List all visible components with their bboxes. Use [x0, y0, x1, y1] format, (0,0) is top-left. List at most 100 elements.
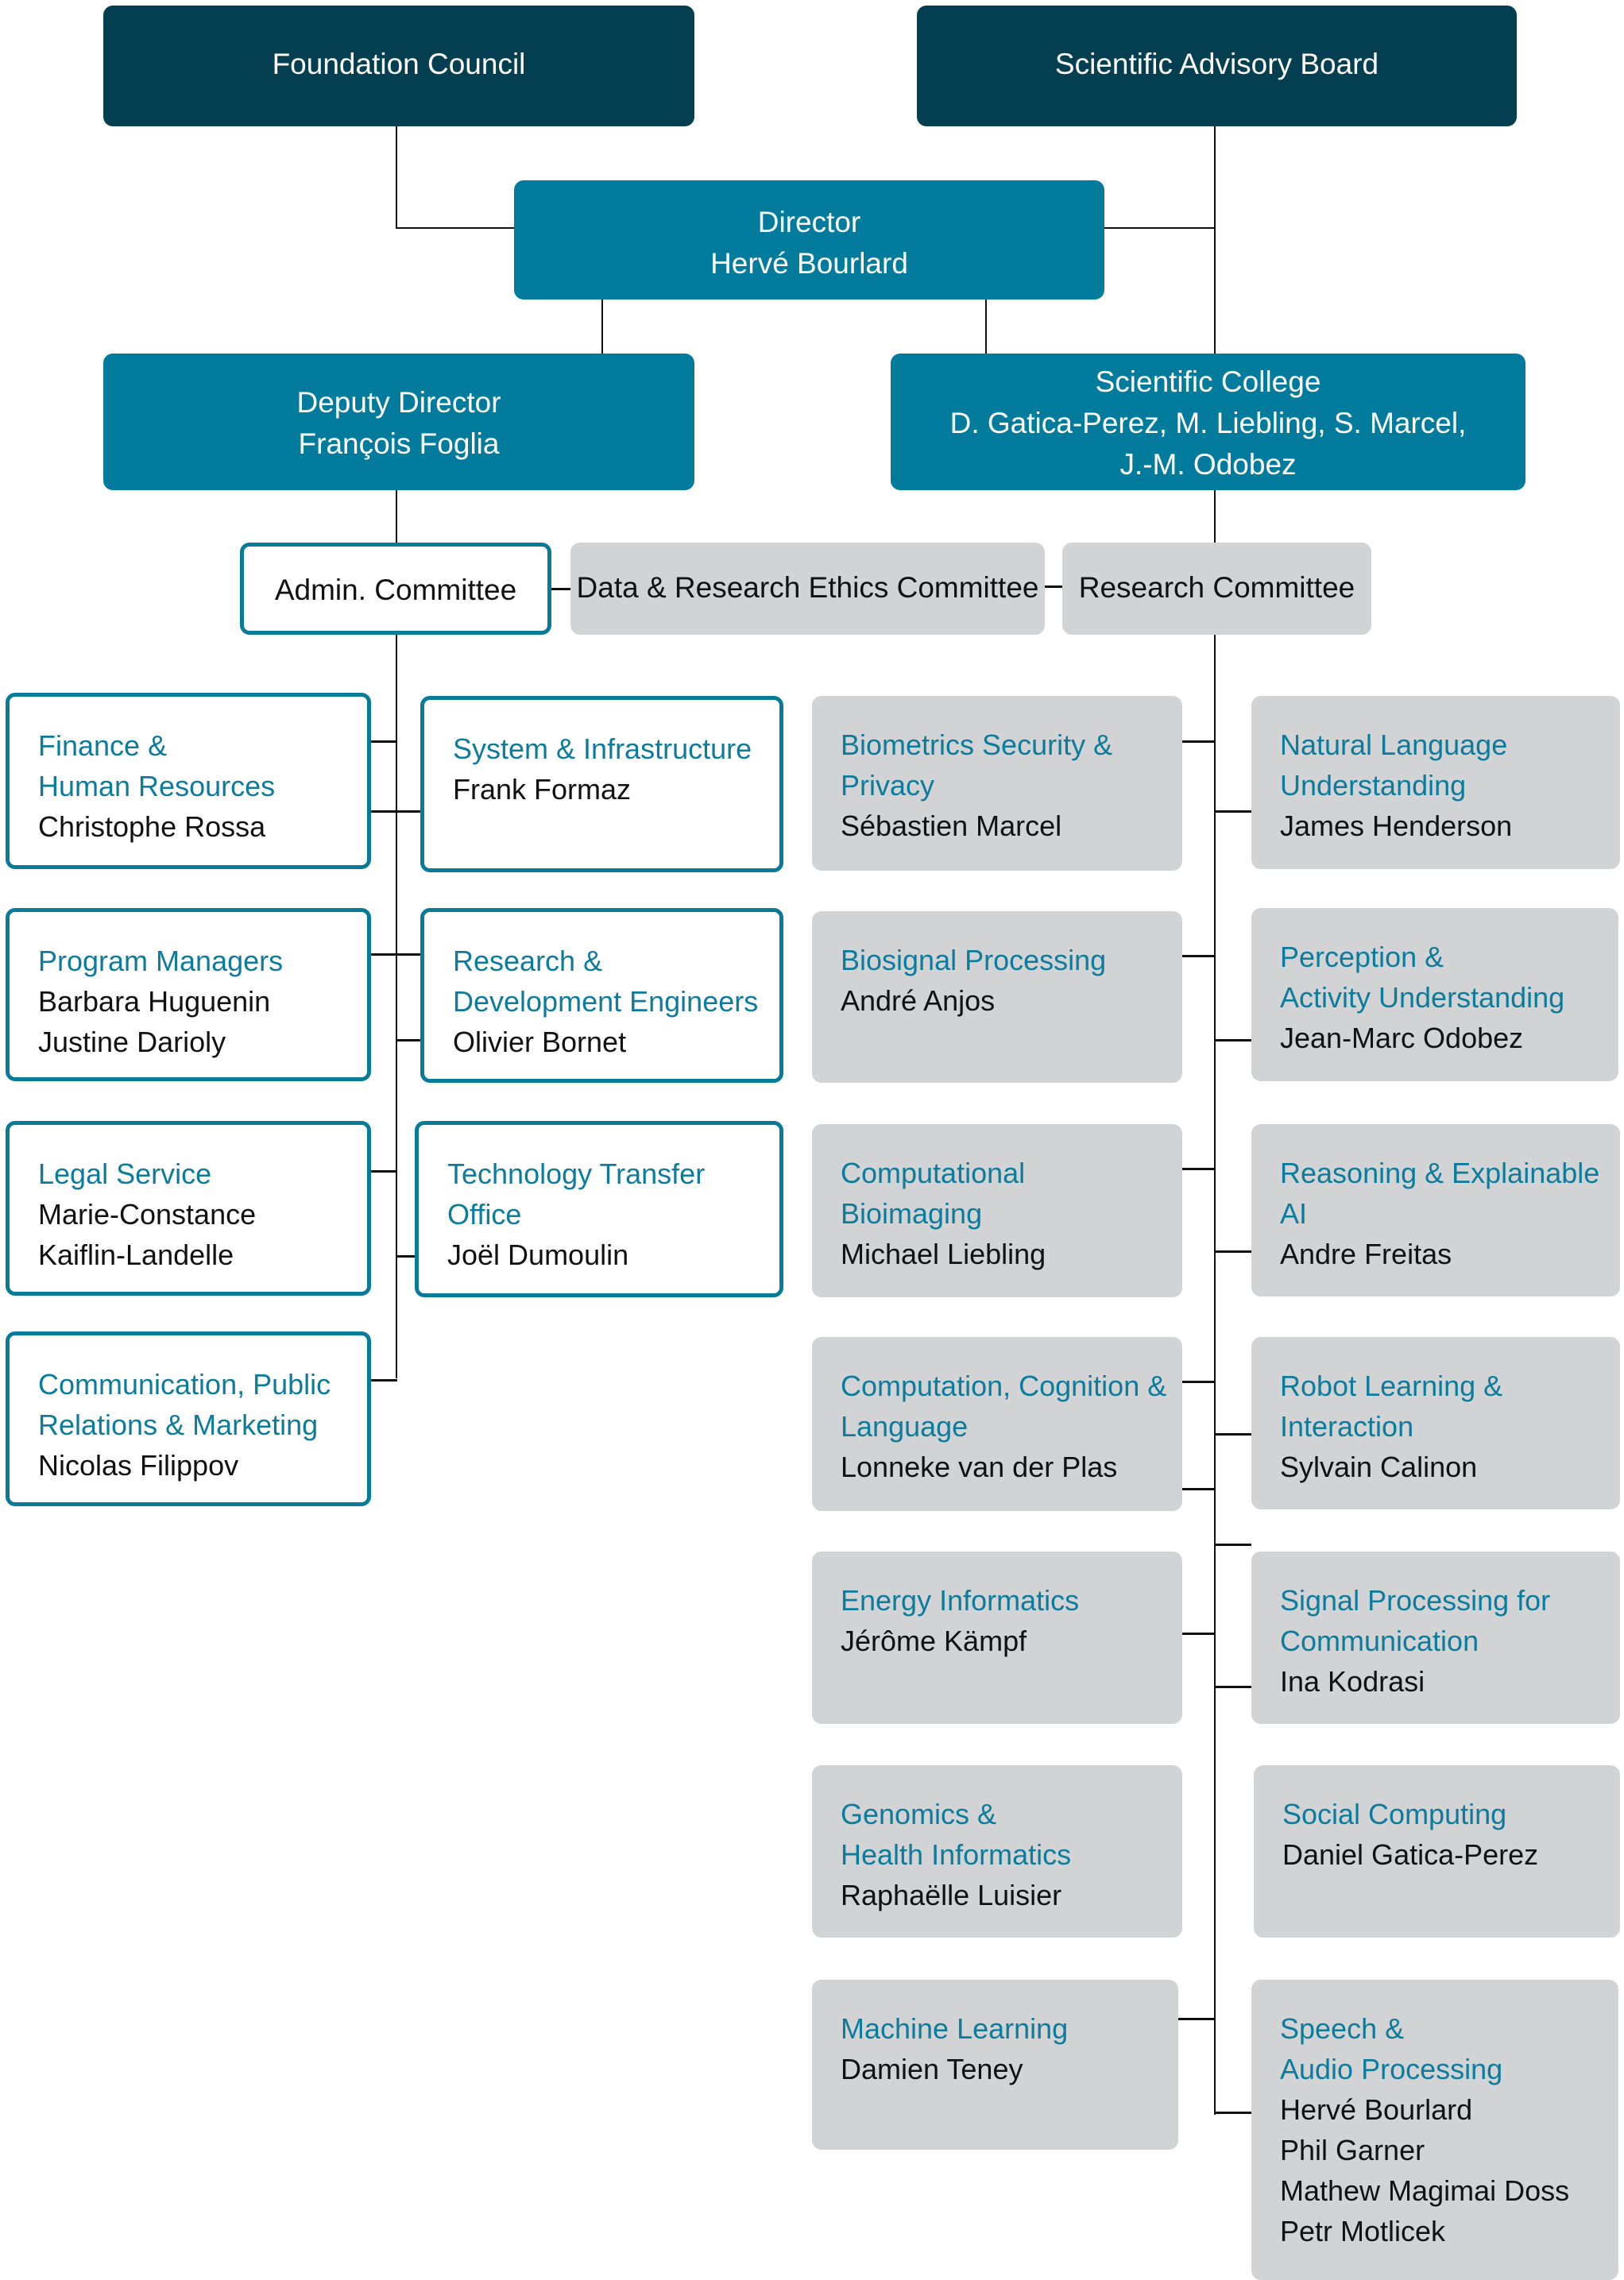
research-group-person: James Henderson — [1280, 810, 1513, 842]
research-group-connector — [1214, 2112, 1251, 2114]
research-group-title: Signal Processing for — [1280, 1584, 1551, 1617]
connector-ethics-research — [1045, 585, 1062, 588]
research-group-title: Natural Language — [1280, 728, 1508, 761]
research-group-person: André Anjos — [841, 984, 996, 1017]
research-group-title: Speech & — [1280, 2012, 1405, 2045]
research-group-person: Damien Teney — [841, 2053, 1023, 2085]
research-group-title: Privacy — [841, 769, 935, 802]
research-group-person: Michael Liebling — [841, 1238, 1046, 1270]
admin-unit-connector — [371, 1170, 397, 1173]
research-group-title: Biosignal Processing — [841, 944, 1107, 976]
admin-unit-connector — [396, 810, 420, 813]
research-group-connector — [1214, 810, 1251, 813]
research-group-box[interactable]: Speech & Audio Processing Hervé Bourlard Ph… — [1251, 1980, 1618, 2280]
admin-unit-title: Office — [447, 1198, 522, 1231]
connector-college-research — [1214, 490, 1216, 543]
admin-unit-title: Communication, Public — [38, 1368, 331, 1401]
research-group-connector — [1214, 1433, 1251, 1436]
research-group-person: Daniel Gatica-Perez — [1282, 1838, 1539, 1871]
admin-unit-box[interactable]: Program Managers Barbara Huguenin Justine … — [6, 908, 371, 1081]
research-committee-box[interactable]: Research Committee — [1062, 543, 1371, 635]
admin-unit-title: Development Engineers — [453, 985, 759, 1018]
research-group-connector — [1182, 740, 1216, 743]
deputy-director-box[interactable]: Deputy Director François Foglia — [103, 354, 694, 490]
research-group-person: Lonneke van der Plas — [841, 1451, 1118, 1483]
research-group-box[interactable]: Genomics & Health Informatics Raphaëlle Lu… — [812, 1765, 1182, 1938]
admin-unit-connector — [396, 1039, 420, 1041]
admin-unit-person: Kaiflin-Landelle — [38, 1239, 234, 1271]
admin-unit-person: Olivier Bornet — [453, 1026, 627, 1058]
admin-unit-box[interactable]: Research & Development Engineers Olivier B… — [420, 908, 783, 1083]
scientific-advisory-board-box[interactable]: Scientific Advisory Board — [917, 6, 1517, 126]
research-group-box[interactable]: Biosignal Processing André Anjos — [812, 911, 1182, 1083]
connector-director-sab — [1104, 227, 1215, 229]
ethics-committee-box[interactable]: Data & Research Ethics Committee — [570, 543, 1045, 635]
research-group-title: Communication — [1280, 1625, 1479, 1657]
research-group-box[interactable]: Energy Informatics Jérôme Kämpf — [812, 1552, 1182, 1724]
research-group-box[interactable]: Computation, Cognition & Language Lonneke … — [812, 1337, 1182, 1511]
research-group-title: Energy Informatics — [841, 1584, 1080, 1617]
admin-unit-person: Joël Dumoulin — [447, 1239, 629, 1271]
admin-unit-box[interactable]: Legal Service Marie-Constance Kaiflin-Land… — [6, 1121, 371, 1296]
scientific-advisory-board-label: Scientific Advisory Board — [1054, 48, 1379, 80]
scientific-college-box[interactable]: Scientific College D. Gatica-Perez, M. L… — [891, 354, 1525, 490]
research-group-box[interactable]: Signal Processing for Communication Ina Ko… — [1251, 1552, 1620, 1724]
research-group-title: Computational — [841, 1157, 1026, 1189]
research-group-person: Petr Motlicek — [1280, 2215, 1446, 2247]
research-group-title: Machine Learning — [841, 2012, 1069, 2045]
research-group-title: Biometrics Security & — [841, 728, 1113, 761]
research-group-title: Reasoning & Explainable AI — [1280, 1157, 1600, 1230]
research-group-person: Phil Garner — [1280, 2134, 1425, 2166]
research-group-title: Robot Learning & — [1280, 1370, 1503, 1402]
research-group-title: Interaction — [1280, 1410, 1414, 1443]
admin-unit-person: Christophe Rossa — [38, 810, 266, 843]
research-group-person: Sylvain Calinon — [1280, 1451, 1478, 1483]
research-group-box[interactable]: Social Computing Daniel Gatica-Perez — [1254, 1765, 1620, 1938]
connector-research-spine — [1214, 635, 1216, 2115]
scientific-college-members: D. Gatica-Perez, M. Liebling, S. Marcel, — [949, 407, 1467, 439]
ethics-committee-label: Data & Research Ethics Committee — [576, 571, 1039, 604]
foundation-council-box[interactable]: Foundation Council — [103, 6, 694, 126]
research-group-connector — [1182, 1488, 1216, 1490]
admin-unit-box[interactable]: Technology Transfer Office Joël Dumoulin — [415, 1121, 783, 1297]
connector-sab-down — [1214, 126, 1216, 354]
admin-unit-title: Relations & Marketing — [38, 1409, 319, 1441]
research-group-connector — [1182, 1633, 1216, 1635]
research-group-box[interactable]: Computational Bioimaging Michael Liebling — [812, 1124, 1182, 1297]
research-group-box[interactable]: Reasoning & Explainable AI Andre Freitas — [1251, 1124, 1620, 1297]
admin-unit-connector — [396, 1255, 415, 1258]
research-group-connector — [1214, 1544, 1251, 1546]
admin-unit-box[interactable]: Finance & Human Resources Christophe Rossa — [6, 693, 371, 869]
research-group-title: Perception & — [1280, 941, 1444, 973]
research-group-person: Jean-Marc Odobez — [1280, 1022, 1524, 1054]
admin-unit-connector — [371, 953, 397, 956]
admin-unit-box[interactable]: Communication, Public Relations & Marketi… — [6, 1331, 371, 1506]
admin-unit-title: Legal Service — [38, 1157, 212, 1190]
research-group-person: Ina Kodrasi — [1280, 1665, 1425, 1698]
research-group-box[interactable]: Machine Learning Damien Teney — [812, 1980, 1178, 2150]
research-group-box[interactable]: Biometrics Security & Privacy Sébastien Ma… — [812, 696, 1182, 871]
admin-committee-box[interactable]: Admin. Committee — [240, 543, 551, 635]
director-box[interactable]: Director Hervé Bourlard — [514, 180, 1104, 299]
admin-committee-label: Admin. Committee — [274, 574, 517, 606]
research-group-box[interactable]: Robot Learning & Interaction Sylvain Calin… — [1251, 1337, 1620, 1509]
research-group-connector — [1214, 1250, 1251, 1253]
research-group-connector — [1214, 1686, 1254, 1688]
research-group-box[interactable]: Natural Language Understanding James Hende… — [1251, 696, 1620, 869]
research-group-title: Audio Processing — [1280, 2053, 1503, 2085]
research-group-connector — [1182, 1168, 1216, 1170]
connector-director-college — [985, 299, 987, 354]
deputy-director-name: François Foglia — [298, 427, 500, 460]
admin-unit-box[interactable]: System & Infrastructure Frank Formaz — [420, 696, 783, 872]
deputy-director-title: Deputy Director — [296, 386, 501, 419]
research-group-title: Social Computing — [1282, 1798, 1507, 1830]
connector-fc-down — [396, 126, 397, 229]
research-group-person: Jérôme Kämpf — [841, 1625, 1027, 1657]
scientific-college-members-cont: J.-M. Odobez — [1119, 448, 1297, 481]
research-group-person: Hervé Bourlard — [1280, 2093, 1473, 2126]
admin-unit-person: Marie-Constance — [38, 1198, 257, 1231]
research-group-title: Understanding — [1280, 769, 1467, 802]
research-group-title: Bioimaging — [841, 1197, 983, 1230]
research-group-box[interactable]: Perception & Activity Understanding Jean-M… — [1251, 908, 1618, 1081]
research-committee-label: Research Committee — [1078, 571, 1355, 604]
